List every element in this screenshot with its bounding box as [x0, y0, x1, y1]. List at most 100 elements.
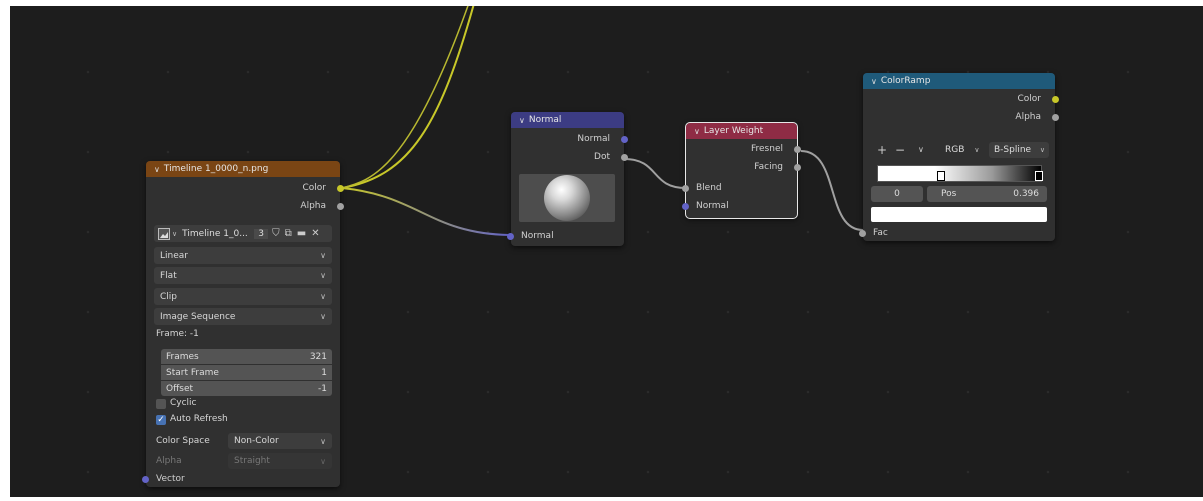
input-vector-label: Vector	[156, 474, 185, 484]
output-normal-socket[interactable]	[621, 136, 628, 143]
layer-weight-node-title: Layer Weight	[703, 126, 764, 136]
layer-weight-node[interactable]: ∨ Layer Weight Fresnel Facing Blend Norm…	[682, 122, 801, 219]
fake-user-shield-icon[interactable]: ⛉	[272, 228, 280, 239]
cyclic-label: Cyclic	[170, 398, 197, 408]
output-alpha-socket[interactable]	[337, 203, 344, 210]
input-normal-socket[interactable]	[507, 233, 514, 240]
remove-stop-icon[interactable]: −	[895, 143, 905, 157]
image-selector[interactable]: ∨ Timeline 1_0... 3 ⛉ ⧉ ▬ ✕	[154, 225, 332, 242]
colorspace-value: Non-Color	[234, 436, 279, 446]
offset-label: Offset	[166, 383, 194, 394]
pos-label: Pos	[941, 189, 957, 199]
stop-index-value: 0	[894, 189, 900, 199]
offset-value: -1	[318, 383, 327, 394]
image-node-header[interactable]: ∨ Timeline 1_0000_n.png	[146, 161, 340, 177]
alpha-mode-label: Alpha	[156, 456, 182, 466]
color-ramp-gradient[interactable]	[877, 165, 1042, 182]
output-color-socket[interactable]	[1052, 96, 1059, 103]
input-vector-socket[interactable]	[142, 476, 149, 483]
start-frame-value: 1	[321, 367, 327, 378]
projection-value: Flat	[160, 270, 177, 281]
chevron-down-icon: ∨	[1039, 146, 1045, 154]
stop-color-swatch[interactable]	[871, 207, 1047, 222]
image-browse-chevron-icon: ∨	[172, 229, 178, 238]
chevron-down-icon: ∨	[974, 146, 980, 154]
output-facing-socket[interactable]	[794, 164, 801, 171]
chevron-down-icon: ∨	[320, 456, 326, 466]
image-node-title: Timeline 1_0000_n.png	[163, 164, 269, 174]
open-folder-icon[interactable]: ▬	[297, 228, 306, 239]
stop-position-field[interactable]: Pos 0.396	[927, 186, 1047, 202]
interpolation-value: B-Spline	[994, 145, 1032, 155]
collapse-chevron-icon[interactable]: ∨	[519, 116, 525, 125]
start-frame-field[interactable]: Start Frame 1	[161, 365, 332, 380]
image-name[interactable]: Timeline 1_0...	[182, 229, 254, 239]
input-blend-label: Blend	[696, 183, 722, 193]
colorspace-label: Color Space	[156, 436, 210, 446]
pos-value: 0.396	[1013, 189, 1039, 199]
collapse-chevron-icon[interactable]: ∨	[871, 77, 877, 86]
image-browse-icon[interactable]	[158, 227, 170, 240]
input-normal-socket[interactable]	[682, 203, 689, 210]
alpha-mode-dropdown: Straight ∨	[228, 453, 332, 469]
node-editor-canvas[interactable]: ∨ Timeline 1_0000_n.png Color Alpha ∨ Ti…	[10, 6, 1203, 497]
interpolation-dropdown[interactable]: B-Spline ∨	[989, 142, 1049, 158]
chevron-down-icon: ∨	[320, 292, 326, 301]
colorramp-node[interactable]: ∨ ColorRamp Color Alpha + − ∨ RGB ∨ B-Sp…	[859, 73, 1059, 241]
sphere-widget[interactable]	[544, 175, 590, 221]
color-mode-value: RGB	[945, 145, 965, 155]
input-fac-label: Fac	[873, 228, 888, 238]
source-dropdown[interactable]: Image Sequence ∨	[154, 308, 332, 325]
input-blend-socket[interactable]	[682, 185, 689, 192]
color-stop-handle-black[interactable]	[1035, 171, 1043, 181]
link-dot-to-blend	[623, 158, 687, 189]
extension-dropdown[interactable]: Clip ∨	[154, 288, 332, 305]
normal-direction-sphere[interactable]	[519, 174, 615, 222]
frame-label: Frame: -1	[156, 329, 199, 339]
chevron-down-icon: ∨	[320, 312, 326, 321]
normal-node[interactable]: ∨ Normal Normal Dot Normal	[507, 112, 628, 246]
add-stop-icon[interactable]: +	[877, 143, 887, 157]
output-alpha-label: Alpha	[300, 201, 326, 211]
duplicate-image-icon[interactable]: ⧉	[285, 228, 292, 239]
image-texture-node[interactable]: ∨ Timeline 1_0000_n.png Color Alpha ∨ Ti…	[142, 161, 344, 487]
image-users-count: 3	[254, 228, 269, 239]
interpolation-value: Linear	[160, 250, 188, 261]
output-fresnel-socket[interactable]	[794, 146, 801, 153]
colorramp-node-header[interactable]: ∨ ColorRamp	[863, 73, 1055, 89]
ramp-menu-chevron-icon[interactable]: ∨	[918, 145, 924, 154]
interpolation-dropdown[interactable]: Linear ∨	[154, 247, 332, 264]
extension-value: Clip	[160, 291, 177, 302]
frames-field[interactable]: Frames 321	[161, 349, 332, 364]
unlink-close-icon[interactable]: ✕	[311, 228, 319, 239]
colorramp-node-title: ColorRamp	[880, 76, 931, 86]
auto-refresh-checkbox[interactable]: ✓	[156, 415, 166, 425]
normal-node-header[interactable]: ∨ Normal	[511, 112, 624, 128]
output-facing-label: Facing	[754, 162, 783, 172]
input-normal-label: Normal	[521, 231, 554, 241]
input-fac-socket[interactable]	[859, 230, 866, 237]
color-stop-handle-white[interactable]	[937, 171, 945, 181]
projection-dropdown[interactable]: Flat ∨	[154, 267, 332, 284]
cyclic-checkbox[interactable]	[156, 399, 166, 409]
output-normal-label: Normal	[577, 134, 610, 144]
frames-value: 321	[309, 351, 327, 362]
output-alpha-label: Alpha	[1015, 112, 1041, 122]
output-alpha-socket[interactable]	[1052, 114, 1059, 121]
alpha-mode-value: Straight	[234, 456, 270, 466]
chevron-down-icon: ∨	[320, 271, 326, 280]
output-dot-socket[interactable]	[621, 154, 628, 161]
chevron-down-icon: ∨	[320, 251, 326, 260]
start-frame-label: Start Frame	[166, 367, 219, 378]
output-fresnel-label: Fresnel	[751, 144, 783, 154]
link-color-to-offscreen-2	[341, 6, 469, 189]
colorspace-dropdown[interactable]: Non-Color ∨	[228, 433, 332, 449]
frames-label: Frames	[166, 351, 199, 362]
active-stop-index-field[interactable]: 0	[871, 186, 923, 202]
color-mode-dropdown[interactable]: RGB ∨	[945, 142, 985, 158]
offset-field[interactable]: Offset -1	[161, 381, 332, 396]
layer-weight-node-header[interactable]: ∨ Layer Weight	[686, 123, 797, 139]
collapse-chevron-icon[interactable]: ∨	[154, 165, 160, 174]
collapse-chevron-icon[interactable]: ∨	[694, 127, 700, 136]
output-color-socket[interactable]	[337, 185, 344, 192]
